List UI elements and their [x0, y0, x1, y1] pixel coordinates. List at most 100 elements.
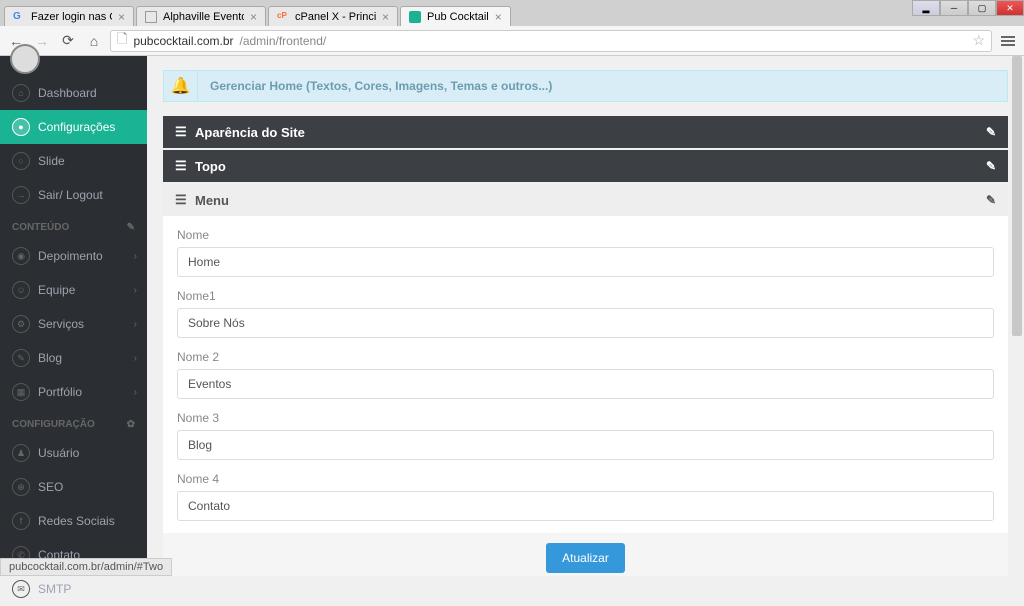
- sidebar-item-label: Blog: [38, 351, 62, 365]
- sidebar-item-seo[interactable]: ⊕ SEO: [0, 470, 147, 504]
- user-icon: ♟: [12, 444, 30, 462]
- chevron-right-icon: ›: [134, 251, 137, 262]
- tab-close-icon[interactable]: ×: [495, 10, 502, 24]
- mail-icon: ✉: [12, 580, 30, 598]
- pencil-icon: ✎: [12, 349, 30, 367]
- browser-tab-active[interactable]: Pub Cocktail ×: [400, 6, 511, 26]
- avatar[interactable]: [10, 44, 40, 74]
- window-extra-button[interactable]: ▂: [912, 0, 940, 16]
- favicon-google-icon: G: [13, 11, 25, 23]
- url-host: pubcocktail.com.br: [133, 34, 233, 48]
- window-minimize-button[interactable]: ─: [940, 0, 968, 16]
- edit-icon[interactable]: ✎: [127, 222, 135, 233]
- sidebar: ⌂ Dashboard ● Configurações ○ Slide → Sa…: [0, 56, 147, 576]
- accordion-menu[interactable]: ☰ Menu ✎: [163, 184, 1008, 216]
- accordion-label: Aparência do Site: [195, 125, 305, 140]
- sidebar-item-configuracoes[interactable]: ● Configurações: [0, 110, 147, 144]
- sidebar-item-label: Sair/ Logout: [38, 188, 103, 202]
- edit-icon[interactable]: ✎: [986, 193, 996, 207]
- sidebar-item-label: Usuário: [38, 446, 79, 460]
- grid-icon: ▦: [12, 383, 30, 401]
- field-label-nome3: Nome 3: [177, 411, 994, 425]
- url-path: /admin/frontend/: [240, 34, 327, 48]
- sidebar-item-smtp[interactable]: ✉ SMTP: [0, 572, 147, 606]
- browser-tab[interactable]: G Fazer login nas Contas do ×: [4, 6, 134, 26]
- scrollbar-thumb[interactable]: [1012, 56, 1022, 336]
- sidebar-item-depoimento[interactable]: ◉ Depoimento ›: [0, 239, 147, 273]
- facebook-icon: f: [12, 512, 30, 530]
- field-label-nome1: Nome1: [177, 289, 994, 303]
- home-icon: ⌂: [12, 84, 30, 102]
- home-button[interactable]: ⌂: [84, 31, 104, 51]
- list-icon: ☰: [175, 158, 187, 174]
- input-nome1[interactable]: [177, 308, 994, 338]
- sidebar-item-equipe[interactable]: ☺ Equipe ›: [0, 273, 147, 307]
- accordion-aparencia[interactable]: ☰ Aparência do Site ✎: [163, 116, 1008, 148]
- tab-label: Fazer login nas Contas do: [31, 11, 112, 23]
- sidebar-item-redes-sociais[interactable]: f Redes Sociais: [0, 504, 147, 538]
- field-label-nome2: Nome 2: [177, 350, 994, 364]
- browser-tab-bar: G Fazer login nas Contas do × Alphaville…: [0, 0, 1024, 26]
- sidebar-item-portfolio[interactable]: ▦ Portfólio ›: [0, 375, 147, 409]
- tab-label: Pub Cocktail: [427, 11, 489, 23]
- sidebar-item-label: Depoimento: [38, 249, 103, 263]
- chevron-right-icon: ›: [134, 387, 137, 398]
- chevron-right-icon: ›: [134, 285, 137, 296]
- accordion-topo[interactable]: ☰ Topo ✎: [163, 150, 1008, 182]
- window-maximize-button[interactable]: ▢: [968, 0, 996, 16]
- browser-menu-button[interactable]: [998, 36, 1018, 46]
- sidebar-section-configuracao: CONFIGURAÇÃO ✿: [0, 409, 147, 436]
- page-icon: 🗋: [117, 30, 127, 52]
- input-nome2[interactable]: [177, 369, 994, 399]
- sidebar-item-servicos[interactable]: ⚙ Serviços ›: [0, 307, 147, 341]
- accordion-label: Menu: [195, 193, 229, 208]
- tab-close-icon[interactable]: ×: [118, 10, 125, 24]
- tab-close-icon[interactable]: ×: [250, 10, 257, 24]
- sidebar-item-dashboard[interactable]: ⌂ Dashboard: [0, 76, 147, 110]
- main-content: 🔔 Gerenciar Home (Textos, Cores, Imagens…: [147, 56, 1024, 576]
- input-nome4[interactable]: [177, 491, 994, 521]
- sidebar-item-label: SMTP: [38, 582, 71, 596]
- input-nome3[interactable]: [177, 430, 994, 460]
- window-close-button[interactable]: ✕: [996, 0, 1024, 16]
- settings-icon: ●: [12, 118, 30, 136]
- browser-address-bar: ← → ⟳ ⌂ 🗋 pubcocktail.com.br/admin/front…: [0, 26, 1024, 56]
- edit-icon[interactable]: ✎: [986, 159, 996, 173]
- megaphone-icon: ◉: [12, 247, 30, 265]
- chevron-right-icon: ›: [134, 319, 137, 330]
- gear-icon[interactable]: ✿: [127, 419, 135, 430]
- sidebar-item-logout[interactable]: → Sair/ Logout: [0, 178, 147, 212]
- team-icon: ☺: [12, 281, 30, 299]
- input-nome[interactable]: [177, 247, 994, 277]
- seo-icon: ⊕: [12, 478, 30, 496]
- reload-button[interactable]: ⟳: [58, 31, 78, 51]
- tab-label: cPanel X - Principal: [295, 11, 376, 23]
- tab-close-icon[interactable]: ×: [382, 10, 389, 24]
- tab-label: Alphaville Eventos: [163, 11, 244, 23]
- browser-tab[interactable]: Alphaville Eventos ×: [136, 6, 266, 26]
- sidebar-item-slide[interactable]: ○ Slide: [0, 144, 147, 178]
- edit-icon[interactable]: ✎: [986, 125, 996, 139]
- scrollbar[interactable]: [1010, 56, 1024, 576]
- sidebar-item-label: SEO: [38, 480, 63, 494]
- browser-tab[interactable]: cP cPanel X - Principal ×: [268, 6, 398, 26]
- sidebar-item-usuario[interactable]: ♟ Usuário: [0, 436, 147, 470]
- sidebar-item-label: Redes Sociais: [38, 514, 115, 528]
- favicon-cpanel-icon: cP: [277, 11, 289, 23]
- url-input[interactable]: 🗋 pubcocktail.com.br/admin/frontend/ ☆: [110, 30, 992, 52]
- accordion-label: Topo: [195, 159, 226, 174]
- field-label-nome: Nome: [177, 228, 994, 242]
- alert-text: Gerenciar Home (Textos, Cores, Imagens, …: [198, 71, 564, 101]
- sidebar-item-blog[interactable]: ✎ Blog ›: [0, 341, 147, 375]
- sidebar-section-conteudo: CONTEÚDO ✎: [0, 212, 147, 239]
- sidebar-item-label: Portfólio: [38, 385, 82, 399]
- bell-icon: 🔔: [164, 71, 198, 101]
- favicon-pubcocktail-icon: [409, 11, 421, 23]
- list-icon: ☰: [175, 124, 187, 140]
- atualizar-button[interactable]: Atualizar: [546, 543, 625, 573]
- sidebar-item-label: Dashboard: [38, 86, 97, 100]
- sidebar-item-label: Equipe: [38, 283, 75, 297]
- bookmark-star-icon[interactable]: ☆: [972, 32, 985, 49]
- gear-icon: ⚙: [12, 315, 30, 333]
- accordion-body-menu: Nome Nome1 Nome 2 Nome 3 Nome 4: [163, 216, 1008, 576]
